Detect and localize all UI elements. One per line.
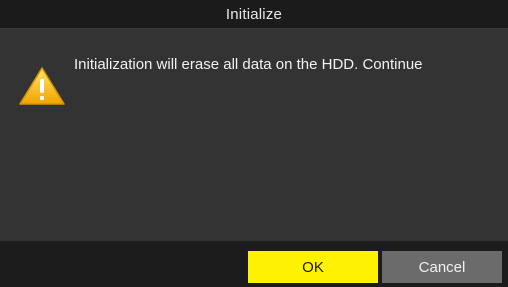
initialize-dialog: Initialize Initialization will erase all… [0,0,508,287]
dialog-message: Initialization will erase all data on th… [74,56,423,73]
cancel-button[interactable]: Cancel [382,251,502,283]
dialog-titlebar: Initialize [0,0,508,29]
ok-button[interactable]: OK [248,251,378,283]
dialog-body: Initialization will erase all data on th… [0,29,508,241]
dialog-footer: OK Cancel [0,241,508,287]
dialog-title: Initialize [225,5,283,23]
warning-icon [18,66,66,106]
